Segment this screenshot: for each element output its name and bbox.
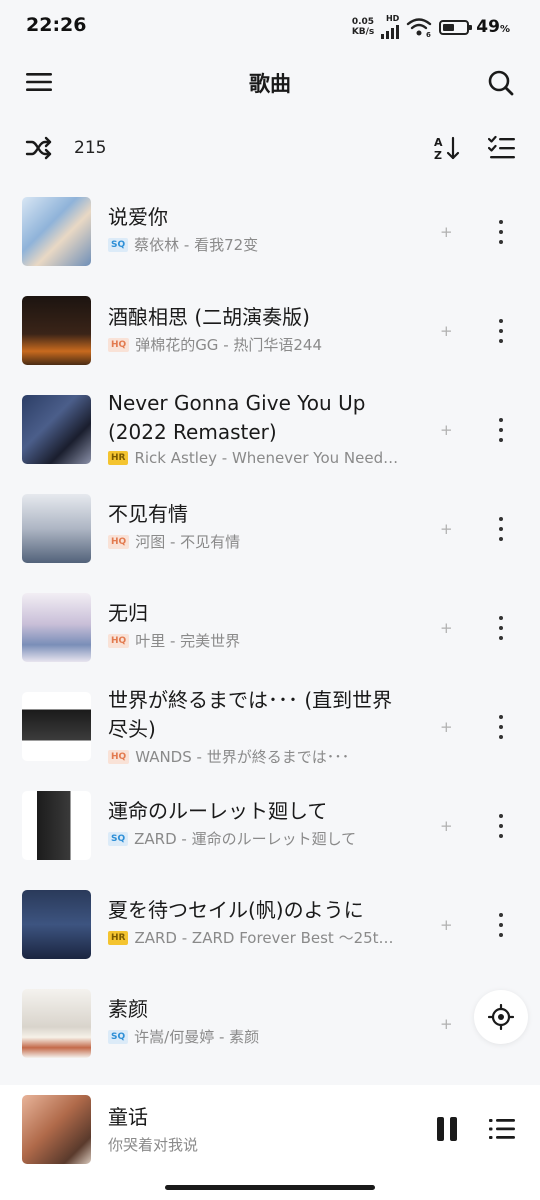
add-to-playlist-button[interactable]: +	[440, 520, 453, 538]
home-indicator[interactable]	[165, 1185, 375, 1190]
song-title: 世界が終るまでは･･･ (直到世界尽头)	[108, 688, 393, 741]
song-title: 无归	[108, 601, 148, 625]
add-to-playlist-button[interactable]: +	[440, 817, 453, 835]
song-row[interactable]: 運命のルーレット廻して SQ ZARD - 運命のルーレット廻して +	[0, 776, 540, 875]
album-cover	[22, 593, 91, 662]
song-title: 酒酿相思 (二胡演奏版)	[108, 305, 310, 329]
cellular-signal-icon: HD	[381, 14, 400, 39]
quality-badge: SQ	[108, 1029, 129, 1044]
add-to-playlist-button[interactable]: +	[440, 322, 453, 340]
quality-badge: SQ	[108, 237, 129, 252]
svg-text:A: A	[434, 136, 443, 149]
album-cover	[22, 791, 91, 860]
search-icon[interactable]	[484, 66, 518, 100]
song-subtitle: 叶里 - 完美世界	[135, 632, 241, 650]
status-bar: 22:26 0.05 KB/s HD 6 49%	[0, 0, 540, 54]
more-options-icon[interactable]	[491, 418, 511, 442]
song-subtitle: Rick Astley - Whenever You Need…	[134, 449, 399, 467]
more-options-icon[interactable]	[491, 616, 511, 640]
song-subtitle: ZARD - ZARD Forever Best ～25t…	[134, 929, 394, 947]
add-to-playlist-button[interactable]: +	[440, 718, 453, 736]
song-subtitle: ZARD - 運命のルーレット廻して	[134, 830, 357, 848]
add-to-playlist-button[interactable]: +	[440, 223, 453, 241]
more-options-icon[interactable]	[491, 220, 511, 244]
more-options-icon[interactable]	[491, 319, 511, 343]
now-playing-bar[interactable]	[0, 1085, 540, 1200]
song-row[interactable]: 无归 HQ 叶里 - 完美世界 +	[0, 578, 540, 677]
song-row[interactable]: 说爱你 SQ 蔡依林 - 看我72变 +	[0, 182, 540, 281]
song-subtitle: 河图 - 不见有情	[135, 533, 241, 551]
network-type: HD	[385, 14, 400, 23]
quality-badge: HQ	[108, 749, 130, 764]
wifi-icon: 6	[407, 18, 432, 37]
battery-level	[443, 23, 455, 31]
shuffle-icon[interactable]	[22, 134, 56, 162]
page-title: 歌曲	[249, 72, 291, 96]
album-cover	[22, 494, 91, 563]
network-speed-unit: KB/s	[351, 27, 375, 37]
locate-crosshair-icon	[488, 1004, 514, 1030]
quality-badge: HR	[108, 930, 129, 945]
quality-badge: HR	[108, 451, 129, 465]
add-to-playlist-button[interactable]: +	[440, 421, 453, 439]
song-row[interactable]: 素颜 SQ 许嵩/何曼婷 - 素颜 +	[0, 974, 540, 1073]
more-options-icon[interactable]	[491, 814, 511, 838]
sort-az-icon[interactable]: A Z	[430, 132, 464, 164]
more-options-icon[interactable]	[491, 517, 511, 541]
list-toolbar: 215 A Z	[0, 122, 540, 174]
song-title: Never Gonna Give You Up (2022 Remaster)	[108, 391, 366, 444]
song-row[interactable]: 不见有情 HQ 河图 - 不见有情 +	[0, 479, 540, 578]
now-playing-subtitle: 你哭着对我说	[108, 1136, 199, 1154]
song-count: 215	[74, 138, 107, 158]
album-cover	[22, 296, 91, 365]
svg-text:6: 6	[426, 31, 431, 37]
app-bar: 歌曲	[0, 54, 540, 110]
song-title: 運命のルーレット廻して	[108, 799, 328, 823]
status-time: 22:26	[26, 14, 87, 36]
song-title: 说爱你	[108, 205, 168, 229]
pause-icon[interactable]	[430, 1113, 464, 1145]
song-row[interactable]: Never Gonna Give You Up (2022 Remaster) …	[0, 380, 540, 479]
quality-badge: HQ	[108, 337, 130, 352]
battery-icon	[439, 19, 473, 35]
now-playing-title: 童话	[108, 1105, 148, 1129]
add-to-playlist-button[interactable]: +	[440, 916, 453, 934]
quality-badge: SQ	[108, 831, 129, 846]
song-subtitle: 许嵩/何曼婷 - 素颜	[134, 1028, 260, 1046]
song-row[interactable]: 酒酿相思 (二胡演奏版) HQ 弹棉花的GG - 热门华语244 +	[0, 281, 540, 380]
album-cover	[22, 890, 91, 959]
song-row[interactable]: 世界が終るまでは･･･ (直到世界尽头) HQ WANDS - 世界が終るまでは･…	[0, 677, 540, 776]
now-playing-cover	[22, 1095, 91, 1164]
status-icons: 0.05 KB/s HD 6 49%	[352, 14, 510, 40]
album-cover	[22, 395, 91, 464]
svg-text:Z: Z	[434, 149, 442, 162]
network-speed-value: 0.05	[351, 17, 375, 27]
song-title: 夏を待つセイル(帆)のように	[108, 898, 364, 922]
song-title: 素颜	[108, 997, 148, 1021]
add-to-playlist-button[interactable]: +	[440, 619, 453, 637]
playlist-icon[interactable]	[485, 1113, 519, 1145]
album-cover	[22, 692, 91, 761]
locate-current-song-button[interactable]	[474, 990, 528, 1044]
more-options-icon[interactable]	[491, 913, 511, 937]
song-row[interactable]: 夏を待つセイル(帆)のように HR ZARD - ZARD Forever Bes…	[0, 875, 540, 974]
song-subtitle: 弹棉花的GG - 热门华语244	[135, 336, 323, 354]
song-title: 不见有情	[108, 502, 188, 526]
more-options-icon[interactable]	[491, 715, 511, 739]
album-cover	[22, 197, 91, 266]
quality-badge: HQ	[108, 633, 130, 648]
album-cover	[22, 989, 91, 1058]
checklist-icon[interactable]	[485, 132, 519, 164]
network-speed: 0.05 KB/s	[352, 17, 374, 37]
song-subtitle: WANDS - 世界が終るまでは･･･	[135, 748, 350, 766]
song-subtitle: 蔡依林 - 看我72变	[134, 236, 259, 254]
add-to-playlist-button[interactable]: +	[440, 1015, 453, 1033]
quality-badge: HQ	[108, 534, 130, 549]
battery-percent: 49%	[476, 17, 510, 37]
